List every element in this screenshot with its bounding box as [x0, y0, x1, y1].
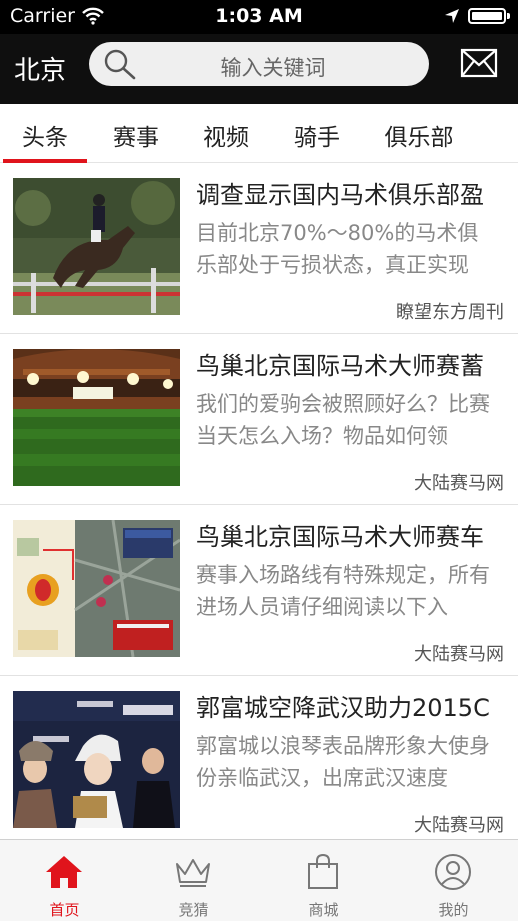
tabbar-label: 首页	[49, 901, 80, 919]
tab-clubs[interactable]: 俱乐部	[372, 118, 466, 152]
news-thumbnail-route-map	[13, 520, 180, 657]
location-arrow-icon	[444, 8, 460, 28]
tabbar-mall[interactable]: 商城	[259, 840, 388, 921]
crown-icon	[173, 852, 213, 896]
news-thumbnail-event-photo	[13, 691, 180, 828]
tabbar-label: 商城	[308, 901, 339, 919]
news-title: 鸟巢北京国际马术大师赛车	[196, 523, 484, 551]
news-thumbnail-equestrian-jump	[13, 178, 180, 315]
user-icon	[433, 852, 473, 896]
status-bar: Carrier 1:03 AM	[0, 0, 518, 34]
news-summary: 郭富城以浪琴表品牌形象大使身份亲临武汉，出席武汉速度	[196, 734, 490, 790]
news-item[interactable]: 鸟巢北京国际马术大师赛车 赛事入场路线有特殊规定，所有进场人员请仔细阅读以下入 …	[0, 505, 518, 676]
news-item[interactable]: 调查显示国内马术俱乐部盈 目前北京70%～80%的马术俱乐部处于亏损状态，真正实…	[0, 163, 518, 334]
tabbar-label: 竞猜	[178, 901, 209, 919]
tabbar-mine[interactable]: 我的	[389, 840, 518, 921]
news-item[interactable]: 郭富城空降武汉助力2015C 郭富城以浪琴表品牌形象大使身份亲临武汉，出席武汉速…	[0, 676, 518, 847]
news-source: 瞭望东方周刊	[396, 302, 504, 323]
news-summary: 我们的爱驹会被照顾好么？比赛当天怎么入场？物品如何领	[196, 392, 490, 448]
news-thumbnail-stadium	[13, 349, 180, 486]
battery-tip	[507, 13, 510, 19]
news-summary: 赛事入场路线有特殊规定，所有进场人员请仔细阅读以下入	[196, 563, 490, 619]
tabbar-label: 我的	[438, 901, 469, 919]
news-source: 大陆赛马网	[414, 473, 504, 494]
tab-headlines[interactable]: 头条	[0, 118, 90, 152]
news-item[interactable]: 鸟巢北京国际马术大师赛蓄 我们的爱驹会被照顾好么？比赛当天怎么入场？物品如何领 …	[0, 334, 518, 505]
news-title: 调查显示国内马术俱乐部盈	[196, 181, 484, 209]
news-title: 郭富城空降武汉助力2015C	[196, 694, 490, 722]
clock: 1:03 AM	[215, 5, 303, 27]
shopping-bag-icon	[303, 852, 343, 896]
tab-riders[interactable]: 骑手	[272, 118, 362, 152]
tabbar-home[interactable]: 首页	[0, 840, 129, 921]
battery-icon	[468, 8, 506, 24]
category-tabs: 头条 赛事 视频 骑手 俱乐部	[0, 104, 518, 163]
city-selector[interactable]: 北京	[14, 50, 66, 87]
home-icon	[44, 852, 84, 896]
news-title: 鸟巢北京国际马术大师赛蓄	[196, 352, 484, 380]
tabbar-quiz[interactable]: 竞猜	[129, 840, 258, 921]
tab-videos[interactable]: 视频	[181, 118, 271, 152]
mail-icon[interactable]	[460, 48, 498, 82]
news-source: 大陆赛马网	[414, 815, 504, 836]
bottom-tab-bar: 首页 竞猜 商城 我的	[0, 839, 518, 921]
news-summary: 目前北京70%～80%的马术俱乐部处于亏损状态，真正实现	[196, 221, 479, 277]
tab-events[interactable]: 赛事	[91, 118, 181, 152]
search-placeholder: 输入关键词	[220, 56, 326, 80]
top-bar: 北京 输入关键词	[0, 34, 518, 104]
news-source: 大陆赛马网	[414, 644, 504, 665]
search-input[interactable]: 输入关键词	[89, 42, 429, 86]
